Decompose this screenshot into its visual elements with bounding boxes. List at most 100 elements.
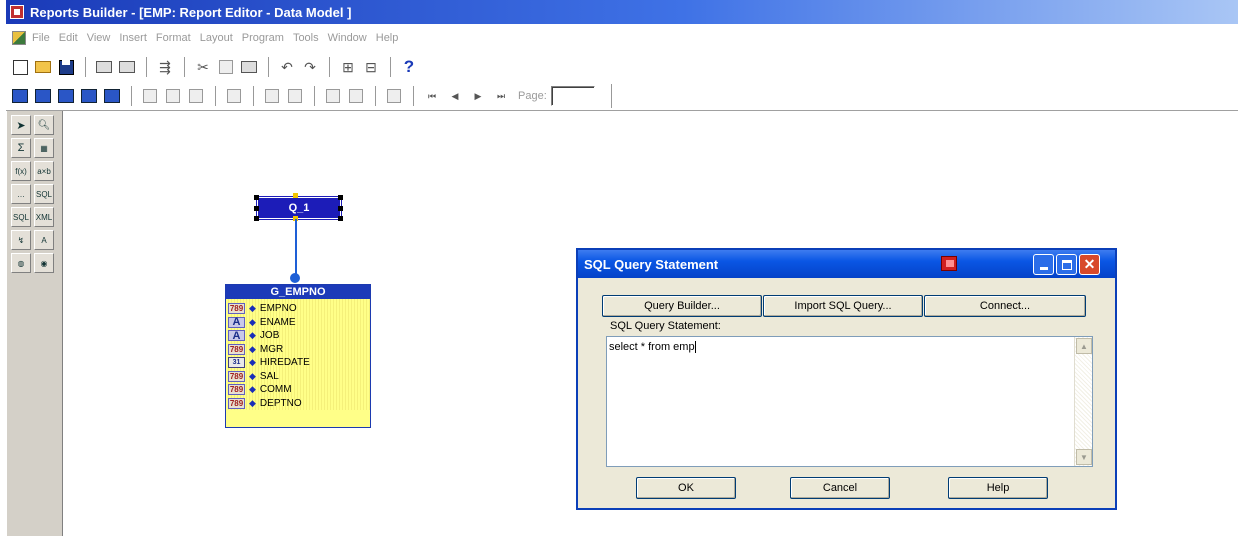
repeating-frame-button[interactable]	[285, 86, 305, 106]
toolbar-separator	[375, 86, 376, 106]
import-sql-query-button[interactable]: Import SQL Query...	[763, 295, 923, 317]
ok-button[interactable]: OK	[636, 477, 736, 499]
menu-file[interactable]: File	[32, 32, 50, 44]
magnify-tool-button[interactable]: 🔍︎	[34, 115, 54, 135]
align-button[interactable]	[224, 86, 244, 106]
sql-vertical-scrollbar[interactable]: ▲ ▼	[1074, 337, 1092, 466]
matrix-button[interactable]	[346, 86, 366, 106]
resize-handle[interactable]	[254, 206, 259, 211]
layout-tool-3-button[interactable]	[186, 86, 206, 106]
web-source-view-button[interactable]	[33, 86, 53, 106]
grid-button[interactable]	[384, 86, 404, 106]
menu-insert[interactable]: Insert	[119, 32, 147, 44]
next-page-button[interactable]: ▶	[468, 86, 488, 106]
placeholder-column-tool-button[interactable]: ▦	[34, 138, 54, 158]
resize-handle[interactable]	[338, 206, 343, 211]
mail-button[interactable]	[117, 57, 137, 77]
resize-handle[interactable]	[338, 216, 343, 221]
zoom-out-button[interactable]: ⊟	[361, 57, 381, 77]
first-page-button[interactable]: ⏮	[422, 86, 442, 106]
group-object[interactable]: G_EMPNO 789 ◆ EMPNO A ◆ ENAME A ◆ JOB 789 ◆ MGR …	[225, 284, 371, 428]
layout-tool-1-button[interactable]	[140, 86, 160, 106]
menu-help[interactable]: Help	[376, 32, 399, 44]
menu-format[interactable]: Format	[156, 32, 191, 44]
zoom-out-icon: ⊟	[365, 58, 377, 75]
menu-program[interactable]: Program	[242, 32, 284, 44]
help-button[interactable]: ?	[399, 57, 419, 77]
arrow-icon: ◆	[249, 370, 256, 381]
frame-button[interactable]	[262, 86, 282, 106]
print-button[interactable]	[94, 57, 114, 77]
scroll-up-button[interactable]: ▲	[1076, 338, 1092, 354]
summary-column-tool-button[interactable]: Σ	[11, 138, 31, 158]
maximize-button[interactable]	[1056, 254, 1077, 275]
column-row[interactable]: A ◆ ENAME	[228, 316, 370, 330]
minimize-button[interactable]	[1033, 254, 1054, 275]
plsql-tool-button[interactable]: SQL	[11, 207, 31, 227]
open-button[interactable]	[33, 57, 53, 77]
reports-builder-app-icon[interactable]	[10, 5, 24, 19]
menu-layout[interactable]: Layout	[200, 32, 233, 44]
window-title-bar[interactable]: Reports Builder - [EMP: Report Editor - …	[6, 0, 1238, 24]
column-row[interactable]: A ◆ JOB	[228, 329, 370, 343]
formula-column-tool-button[interactable]: f(x)	[11, 161, 31, 181]
sql-statement-textarea[interactable]: select * from emp ▲ ▼	[606, 336, 1093, 467]
jdbc-query-tool-button[interactable]: ◍	[11, 253, 31, 273]
link-anchor[interactable]	[290, 273, 300, 283]
select-tool-button[interactable]: ➤	[11, 115, 31, 135]
connect-button[interactable]: Connect...	[924, 295, 1086, 317]
menu-tools[interactable]: Tools	[293, 32, 319, 44]
resize-handle[interactable]	[338, 195, 343, 200]
menu-window[interactable]: Window	[328, 32, 367, 44]
sql-query-tool-button[interactable]: SQL	[34, 184, 54, 204]
paper-design-view-button[interactable]	[79, 86, 99, 106]
resize-handle[interactable]	[254, 216, 259, 221]
save-button[interactable]	[56, 57, 76, 77]
ref-cursor-query-tool-button[interactable]: …	[11, 184, 31, 204]
scroll-down-button[interactable]: ▼	[1076, 449, 1092, 465]
column-row[interactable]: 789 ◆ MGR	[228, 343, 370, 357]
help-dialog-button[interactable]: Help	[948, 477, 1048, 499]
query-builder-button[interactable]: Query Builder...	[602, 295, 762, 317]
cross-product-tool-button[interactable]: a×b	[34, 161, 54, 181]
number-type-icon: 789	[228, 343, 245, 355]
data-model-view-button[interactable]	[10, 86, 30, 106]
dialog-title-bar[interactable]: SQL Query Statement ✕	[578, 250, 1115, 278]
menu-edit[interactable]: Edit	[59, 32, 78, 44]
redo-button[interactable]: ↷	[300, 57, 320, 77]
column-row[interactable]: 31 ◆ HIREDATE	[228, 356, 370, 370]
document-menu-icon[interactable]	[12, 31, 26, 45]
run-button[interactable]: ⇶	[155, 57, 175, 77]
previous-page-button[interactable]: ◀	[445, 86, 465, 106]
undo-button[interactable]: ↶	[277, 57, 297, 77]
parameter-form-icon	[104, 89, 120, 103]
column-row[interactable]: 789 ◆ SAL	[228, 370, 370, 384]
menu-view[interactable]: View	[87, 32, 111, 44]
cut-button[interactable]: ✂	[193, 57, 213, 77]
layout-tool-2-button[interactable]	[163, 86, 183, 106]
last-page-button[interactable]: ⏭	[491, 86, 511, 106]
resize-handle[interactable]	[254, 195, 259, 200]
zoom-in-button[interactable]: ⊞	[338, 57, 358, 77]
close-button[interactable]: ✕	[1079, 254, 1100, 275]
select-arrow-icon: ➤	[16, 119, 26, 132]
parameter-form-view-button[interactable]	[102, 86, 122, 106]
data-link-tool-button[interactable]: ↯	[11, 230, 31, 250]
new-button[interactable]	[10, 57, 30, 77]
application-icon	[941, 256, 957, 271]
field-button[interactable]	[323, 86, 343, 106]
olap-query-tool-button[interactable]: ◉	[34, 253, 54, 273]
column-row[interactable]: 789 ◆ EMPNO	[228, 302, 370, 316]
paste-button[interactable]	[239, 57, 259, 77]
column-row[interactable]: 789 ◆ DEPTNO	[228, 397, 370, 411]
copy-button[interactable]	[216, 57, 236, 77]
column-row[interactable]: 789 ◆ COMM	[228, 383, 370, 397]
layout-tool-icon	[166, 89, 180, 103]
resize-handle[interactable]	[293, 193, 298, 198]
text-query-tool-button[interactable]: A	[34, 230, 54, 250]
cancel-button[interactable]: Cancel	[790, 477, 890, 499]
query-object[interactable]: Q_1	[256, 196, 342, 220]
paper-layout-view-button[interactable]	[56, 86, 76, 106]
xml-query-tool-button[interactable]: XML	[34, 207, 54, 227]
page-number-input[interactable]	[550, 86, 595, 106]
